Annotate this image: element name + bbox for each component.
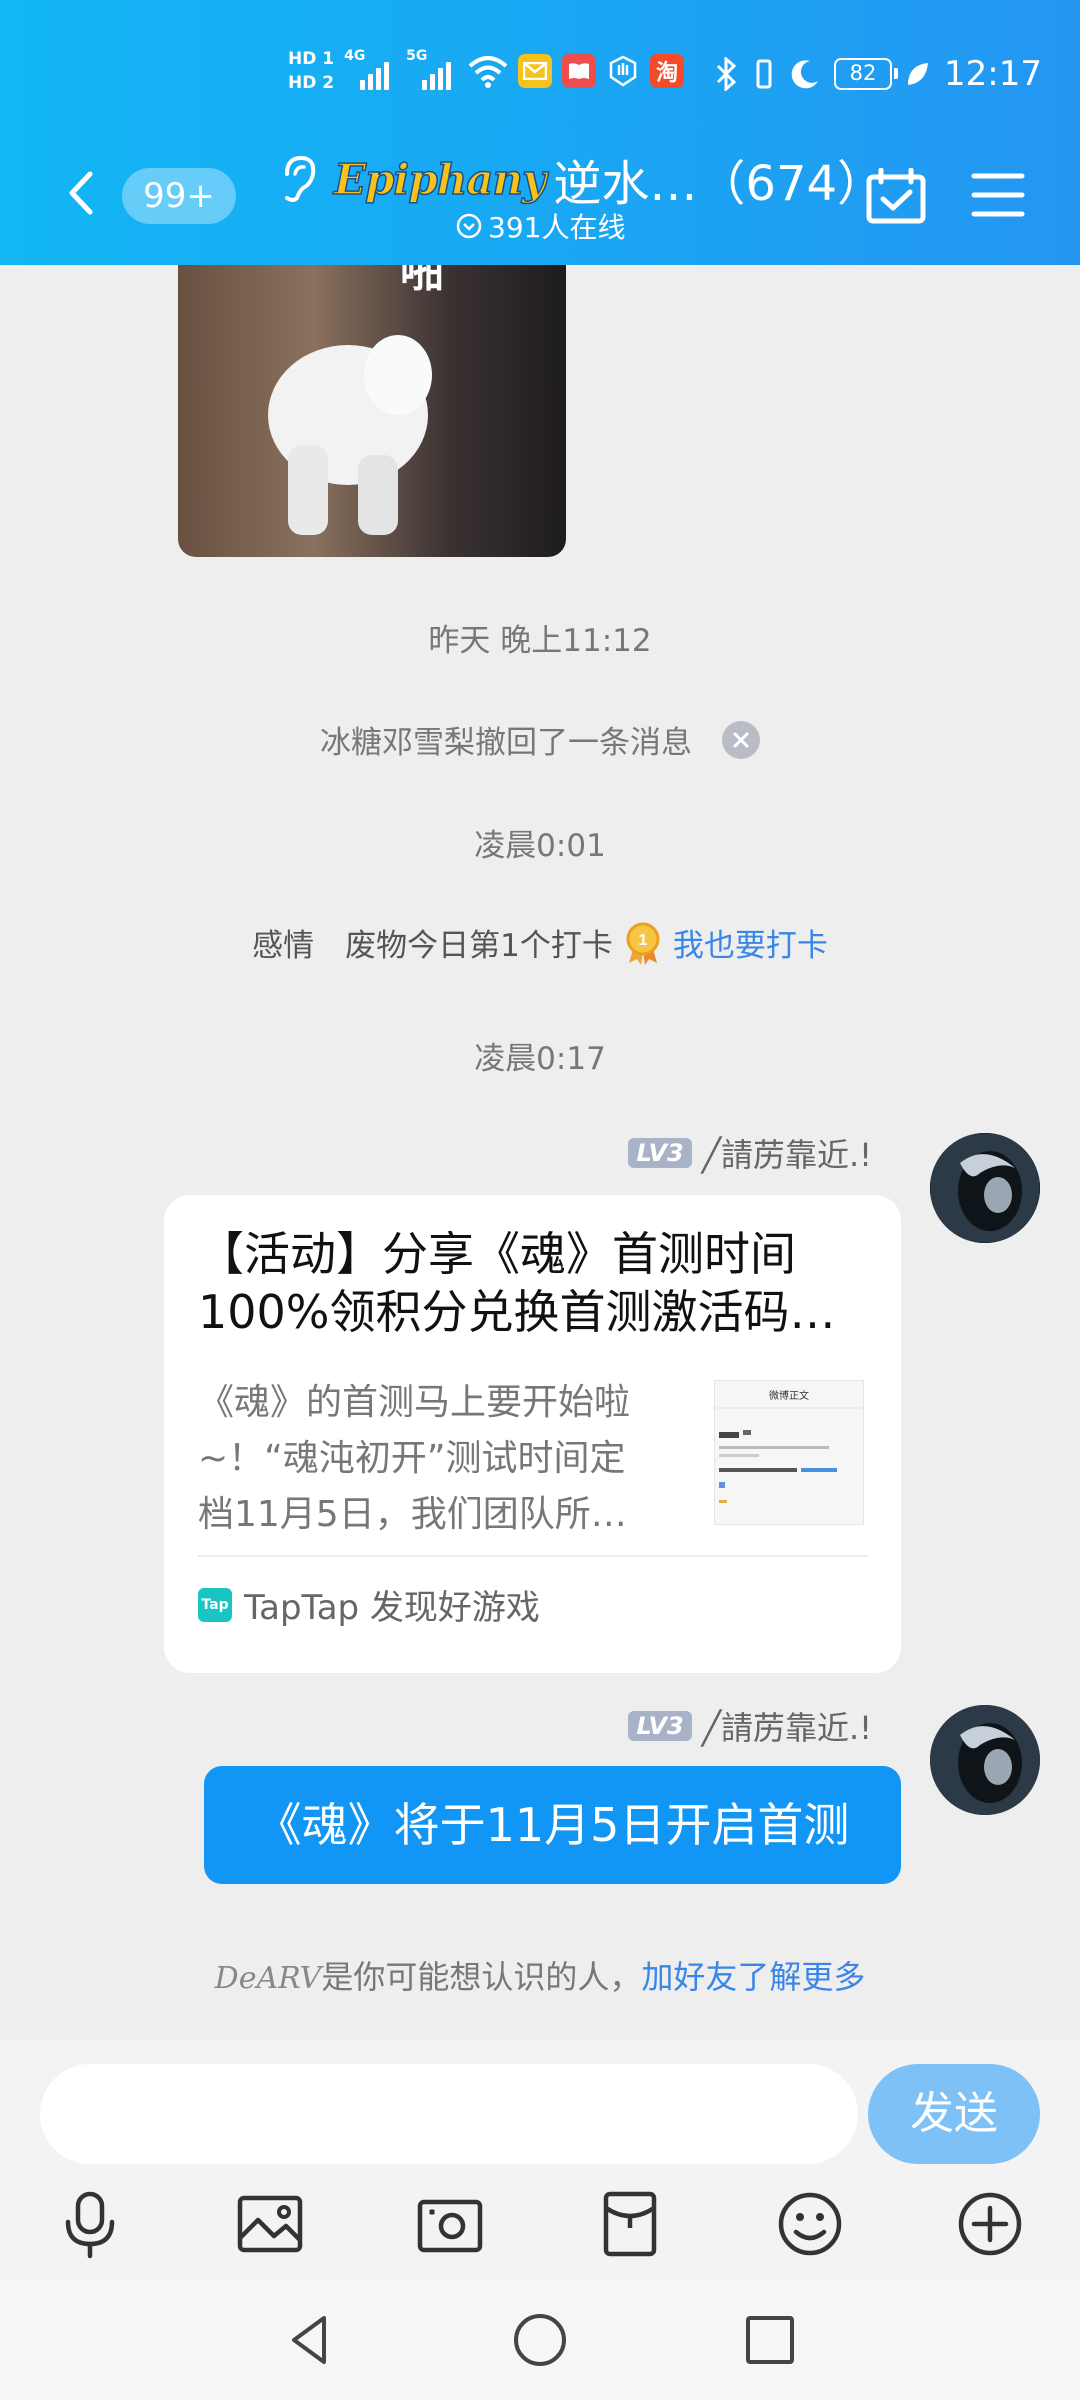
online-label: 391人在线 [488,211,626,244]
revoke-notice: 冰糖邓雪梨撤回了一条消息 [320,725,692,761]
image-message[interactable]: 啪 [178,265,566,557]
menu-icon[interactable] [970,170,1026,220]
microphone-icon[interactable] [54,2188,126,2260]
card-desc-line: 档11月5日，我们团队所… [198,1494,627,1535]
chat-header: HD 1 HD 2 4G 5G 淘 82 12:17 99+ Epiphany … [0,0,1080,265]
signal-4g-icon: 4G [344,48,396,94]
friend-suggestion: DeARV是你可能想认识的人，加好友了解更多 [0,1952,1080,1998]
hd1-label: HD 1 [288,49,335,69]
checkin-text: 感情 废物今日第1个打卡 [252,928,613,964]
nav-row: 99+ Epiphany 逆水…（674） 391人在线 [0,140,1080,250]
hd-indicators: HD 1 HD 2 [288,48,334,94]
taptap-logo-icon: Tap [198,1587,232,1622]
medal-number: 1 [638,932,647,949]
checkin-notice: 感情 废物今日第1个打卡 1 我也要打卡 [0,920,1080,965]
online-count[interactable]: 391人在线 [456,206,625,246]
chevron-circle-icon [456,213,482,239]
ear-icon[interactable] [275,154,319,204]
timestamp: 凌晨0:01 [474,828,606,864]
image-icon[interactable] [234,2188,306,2260]
add-friend-link[interactable]: 加好友了解更多 [641,1958,865,1996]
avatar-image [930,1133,1040,1243]
sender-name: ╱請苈靠近.! [701,1709,872,1747]
back-arrow-icon[interactable] [58,168,108,218]
status-left: HD 1 HD 2 4G 5G 淘 [288,48,685,94]
home-circle-icon[interactable] [510,2310,570,2370]
card-divider [198,1555,868,1557]
avatar[interactable] [930,1705,1040,1815]
card-title-line: 100%领积分兑换首测激活码… [198,1285,836,1339]
hd2-label: HD 2 [288,73,335,93]
thumb-preview [715,1407,865,1503]
checkin-link[interactable]: 我也要打卡 [673,920,828,965]
back-triangle-icon[interactable] [280,2310,340,2370]
send-button[interactable]: 发送 [868,2064,1040,2164]
card-source: Tap TapTap 发现好游戏 [198,1580,540,1629]
taobao-icon: 淘 [650,54,685,88]
thumb-header: 微博正文 [769,1391,809,1402]
clock: 12:17 [944,54,1042,94]
group-title[interactable]: Epiphany 逆水…（674） [333,144,886,214]
battery-indicator: 82 [834,58,899,90]
close-icon[interactable] [722,720,760,759]
wifi-icon [468,56,508,88]
sender-name: ╱請苈靠近.! [701,1136,872,1174]
medal-icon: 1 [626,922,660,965]
group-name: 逆水…（674） [553,156,886,212]
input-bar: 发送 [0,2040,1080,2280]
suggestion-text: 是你可能想认识的人， [321,1958,642,1996]
photo-caption: 啪 [400,265,444,297]
card-title-line: 【活动】分享《魂》首测时间 [198,1227,796,1281]
status-bar: HD 1 HD 2 4G 5G 淘 82 12:17 [0,40,1080,120]
card-desc-line: ~！“魂沌初开”测试时间定 [198,1438,626,1479]
hand-icon [606,54,640,88]
chat-area[interactable]: 啪 昨天 晚上11:12 冰糖邓雪梨撤回了一条消息 凌晨0:01 感情 废物今日… [0,265,1080,2040]
calendar-check-icon[interactable] [866,168,926,224]
timestamp: 凌晨0:17 [474,1041,606,1077]
message-bubble[interactable]: 《魂》将于11月5日开启首测 [204,1766,901,1884]
book-icon [562,54,597,88]
bluetooth-icon [716,57,737,91]
recent-apps-icon[interactable] [740,2310,800,2370]
card-desc-line: 《魂》的首测马上要开始啦 [198,1382,631,1423]
taobao-label: 淘 [656,61,679,86]
level-badge: LV3 [628,1138,692,1168]
system-nav-bar [0,2280,1080,2400]
toolbar [0,2188,1080,2268]
share-card[interactable]: 【活动】分享《魂》首测时间 100%领积分兑换首测激活码… 《魂》的首测马上要开… [164,1195,901,1673]
emoji-icon[interactable] [774,2188,846,2260]
avatar[interactable] [930,1133,1040,1243]
card-title: 【活动】分享《魂》首测时间 100%领积分兑换首测激活码… [198,1225,868,1341]
red-packet-icon[interactable] [594,2188,666,2260]
status-right: 82 12:17 [714,54,1042,94]
unread-badge[interactable]: 99+ [122,168,236,224]
level-badge: LV3 [628,1711,692,1741]
moon-icon [791,60,819,89]
avatar-image [930,1705,1040,1815]
vibrate-icon [756,59,772,89]
brand-logo: Epiphany [333,154,547,205]
leaf-icon [908,63,929,85]
camera-icon[interactable] [414,2188,486,2260]
mail-icon [518,54,553,88]
card-description: 《魂》的首测马上要开始啦 ~！“魂沌初开”测试时间定 档11月5日，我们团队所… [198,1375,688,1543]
sender-info[interactable]: LV3 ╱請苈靠近.! [628,1703,872,1749]
suggested-user[interactable]: DeARV [215,1961,322,1996]
timestamp: 昨天 晚上11:12 [428,623,652,659]
plus-icon[interactable] [954,2188,1026,2260]
card-thumbnail: 微博正文 [714,1380,865,1525]
signal-5g-icon: 5G [406,48,458,94]
dog-photo [268,335,432,535]
revoke-notice-row: 冰糖邓雪梨撤回了一条消息 [0,717,1080,762]
sender-info[interactable]: LV3 ╱請苈靠近.! [628,1130,872,1176]
message-input[interactable] [40,2064,858,2164]
card-source-label: TapTap 发现好游戏 [244,1588,540,1628]
